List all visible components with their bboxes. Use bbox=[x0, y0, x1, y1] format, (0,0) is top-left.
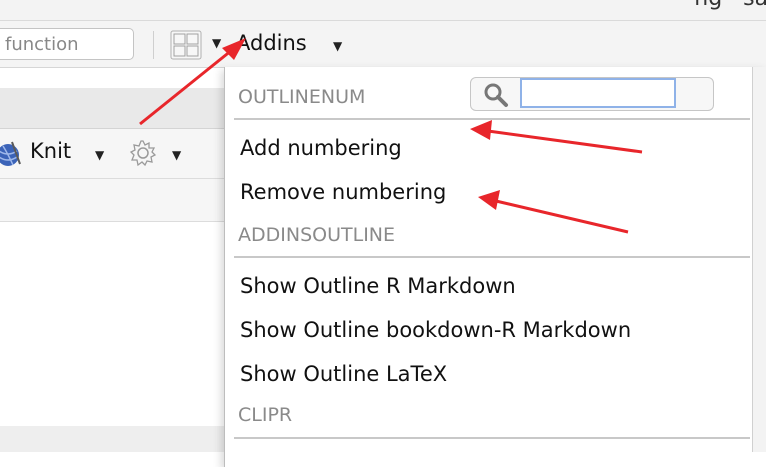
grid-icon bbox=[170, 30, 202, 60]
editor-toolbar-row bbox=[0, 179, 224, 222]
gear-icon[interactable] bbox=[128, 138, 158, 168]
menu-item-remove-numbering[interactable]: Remove numbering bbox=[240, 180, 446, 204]
knit-button[interactable]: Knit bbox=[30, 139, 71, 163]
search-icon bbox=[481, 81, 511, 109]
caret-down-icon[interactable]: ▼ bbox=[95, 148, 104, 162]
menu-item-show-outline-bookdown[interactable]: Show Outline bookdown-R Markdown bbox=[240, 318, 631, 342]
caret-down-icon[interactable]: ▼ bbox=[333, 39, 342, 53]
addins-menu-button[interactable]: Addins bbox=[236, 31, 307, 55]
toolbar-separator bbox=[153, 31, 154, 59]
window-title: ng · sang bbox=[694, 0, 766, 11]
window-titlebar bbox=[0, 0, 766, 21]
menu-item-show-outline-latex[interactable]: Show Outline LaTeX bbox=[240, 362, 447, 386]
addins-dropdown-menu bbox=[224, 67, 766, 467]
goto-function-input[interactable]: function bbox=[0, 28, 134, 60]
pane-layout-button[interactable] bbox=[170, 30, 202, 60]
menu-search-input[interactable] bbox=[520, 78, 676, 108]
menu-item-show-outline-rmarkdown[interactable]: Show Outline R Markdown bbox=[240, 274, 516, 298]
menu-section-header: ADDINSOUTLINE bbox=[238, 224, 396, 246]
caret-down-icon[interactable]: ▼ bbox=[212, 36, 221, 50]
caret-down-icon[interactable]: ▼ bbox=[172, 148, 181, 162]
menu-section-header: CLIPR bbox=[238, 404, 293, 426]
section-divider bbox=[234, 118, 750, 120]
menu-item-add-numbering[interactable]: Add numbering bbox=[240, 136, 402, 160]
menu-scrollbar-track[interactable] bbox=[752, 67, 766, 452]
menu-section-header: OUTLINENUM bbox=[238, 86, 366, 108]
knit-yarn-icon[interactable] bbox=[0, 140, 22, 168]
lower-pane-header bbox=[0, 426, 224, 452]
section-divider bbox=[234, 256, 750, 258]
editor-tab-bar bbox=[0, 88, 224, 129]
section-divider bbox=[234, 437, 750, 439]
